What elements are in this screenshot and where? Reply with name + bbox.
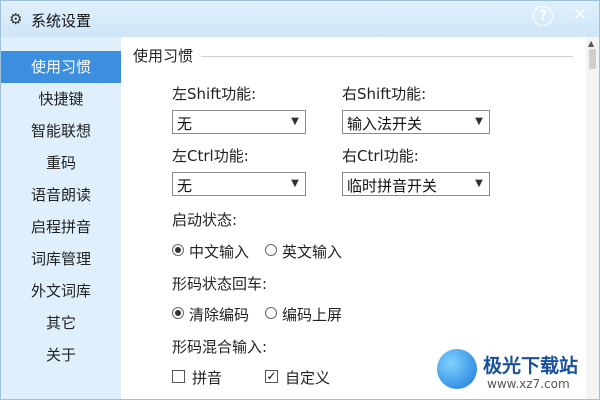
sidebar-item-qicheng-pinyin[interactable]: 启程拼音 — [1, 211, 121, 243]
left-shift-select[interactable]: 无 ▼ — [172, 110, 306, 134]
left-ctrl-select[interactable]: 无 ▼ — [172, 172, 306, 196]
chevron-down-icon: ▼ — [291, 178, 299, 189]
settings-content: 使用习惯 左Shift功能: 无 ▼ 右Shift功能: 输入法开关 ▼ 左Ct… — [121, 37, 599, 399]
right-shift-label: 右Shift功能: — [342, 85, 427, 103]
close-button[interactable]: ✕ — [567, 3, 593, 27]
radio-selected-indicator — [172, 307, 184, 319]
sidebar: 使用习惯 快捷键 智能联想 重码 语音朗读 启程拼音 词库管理 外文词库 其它 … — [1, 37, 121, 399]
scroll-thumb[interactable] — [589, 49, 596, 69]
shape-enter-commit-label: 编码上屏 — [282, 306, 343, 324]
right-ctrl-value: 临时拼音开关 — [347, 177, 438, 195]
left-ctrl-value: 无 — [177, 177, 193, 195]
radio-indicator — [265, 307, 277, 319]
startup-english-label: 英文输入 — [282, 243, 343, 261]
chevron-down-icon: ▼ — [475, 116, 483, 127]
window-title: 系统设置 — [31, 12, 92, 30]
sidebar-item-voice-reading[interactable]: 语音朗读 — [1, 179, 121, 211]
shape-enter-clear-label: 清除编码 — [189, 306, 250, 324]
checkmark-icon: ✓ — [265, 369, 278, 383]
left-ctrl-label: 左Ctrl功能: — [172, 147, 249, 165]
radio-selected-indicator — [172, 244, 184, 256]
vertical-scrollbar[interactable]: ▲ — [586, 37, 599, 399]
shape-enter-label: 形码状态回车: — [172, 275, 268, 293]
right-shift-value: 输入法开关 — [347, 115, 423, 133]
aurora-logo-icon — [437, 349, 477, 389]
startup-chinese-label: 中文输入 — [189, 243, 250, 261]
startup-state-label: 启动状态: — [172, 211, 238, 229]
mixed-input-pinyin-label: 拼音 — [192, 369, 223, 387]
chevron-down-icon: ▼ — [291, 116, 299, 127]
title-bar: ⚙ 系统设置 ? ✕ — [1, 1, 599, 37]
watermark-title: 极光下载站 — [483, 355, 579, 377]
section-title: 使用习惯 — [133, 45, 202, 66]
sidebar-item-smart-association[interactable]: 智能联想 — [1, 115, 121, 147]
chevron-down-icon: ▼ — [475, 178, 483, 189]
radio-indicator — [265, 244, 277, 256]
gear-icon: ⚙ — [9, 10, 23, 28]
sidebar-item-about[interactable]: 关于 — [1, 339, 121, 371]
mixed-input-label: 形码混合输入: — [172, 338, 268, 356]
sidebar-item-duplicate-codes[interactable]: 重码 — [1, 147, 121, 179]
sidebar-item-other[interactable]: 其它 — [1, 307, 121, 339]
help-button[interactable]: ? — [533, 6, 553, 26]
mixed-input-custom-label: 自定义 — [285, 369, 331, 387]
watermark-url: www.xz7.com — [487, 377, 570, 391]
settings-window: ⚙ 系统设置 ? ✕ 使用习惯 快捷键 智能联想 重码 语音朗读 启程拼音 词库… — [0, 0, 600, 400]
left-shift-label: 左Shift功能: — [172, 85, 257, 103]
checkbox-box — [172, 370, 185, 383]
right-shift-select[interactable]: 输入法开关 ▼ — [342, 110, 490, 134]
right-ctrl-label: 右Ctrl功能: — [342, 147, 419, 165]
sidebar-item-shortcuts[interactable]: 快捷键 — [1, 83, 121, 115]
scroll-up-icon[interactable]: ▲ — [588, 39, 594, 48]
sidebar-item-dictionary-management[interactable]: 词库管理 — [1, 243, 121, 275]
sidebar-item-foreign-dictionary[interactable]: 外文词库 — [1, 275, 121, 307]
left-shift-value: 无 — [177, 115, 193, 133]
sidebar-item-usage-habits[interactable]: 使用习惯 — [1, 51, 121, 83]
watermark: 极光下载站 www.xz7.com — [437, 349, 595, 399]
right-ctrl-select[interactable]: 临时拼音开关 ▼ — [342, 172, 490, 196]
